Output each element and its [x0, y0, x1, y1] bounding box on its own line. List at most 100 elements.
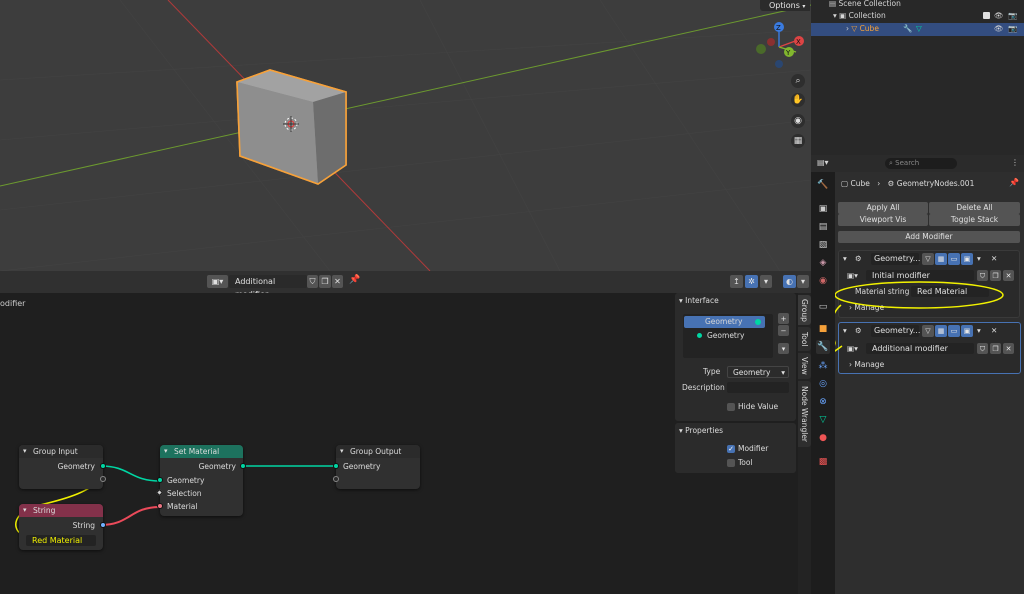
edit-mode-icon[interactable]: ▽: [922, 325, 934, 337]
material-string-input[interactable]: Red Material: [911, 286, 989, 297]
set-material-geometry-out-socket[interactable]: [240, 463, 246, 469]
interface-header[interactable]: ▾ Interface: [679, 296, 719, 305]
modifier-menu-chevron-icon[interactable]: ▾: [977, 254, 981, 263]
render-tab-icon[interactable]: ▣: [816, 202, 830, 216]
particles-tab-icon[interactable]: ⁂: [816, 359, 830, 373]
parent-tree-icon[interactable]: ↥: [730, 275, 743, 288]
set-material-node[interactable]: ▾ Set Material Geometry Geometry Selectio…: [155, 445, 246, 516]
cage-icon[interactable]: ▦: [935, 253, 947, 265]
remove-modifier-icon[interactable]: ✕: [991, 326, 997, 335]
data-tab-icon[interactable]: ▽: [816, 413, 830, 427]
exclude-checkbox[interactable]: [983, 12, 990, 19]
collection-tab-icon[interactable]: ▭: [816, 300, 830, 314]
apply-all-button[interactable]: Apply All: [838, 202, 928, 214]
node-tree-name-field[interactable]: Additional modifier: [229, 275, 307, 299]
tab-view[interactable]: View: [798, 353, 811, 379]
editor-type-icon[interactable]: ▤▾: [817, 158, 829, 167]
overlay-icon[interactable]: ◐: [783, 275, 796, 288]
node-tree-field-1[interactable]: Initial modifier: [866, 270, 974, 281]
material-tab-icon[interactable]: ●: [816, 431, 830, 445]
3d-viewport[interactable]: Z X Y Options ▾ ⌕ ✋ ◉ ▦: [0, 0, 811, 271]
set-material-geometry-in-socket[interactable]: [157, 477, 163, 483]
modifier-menu-chevron-icon[interactable]: ▾: [977, 326, 981, 335]
duplicate-icon[interactable]: ❐: [319, 275, 331, 288]
eye-icon[interactable]: 👁: [994, 23, 1004, 35]
group-output-geometry-socket[interactable]: [333, 463, 339, 469]
unlink-close-icon[interactable]: ✕: [1003, 343, 1014, 354]
snap-icon[interactable]: ✲: [745, 275, 758, 288]
pin-icon[interactable]: 📌: [1009, 178, 1019, 187]
add-item-icon[interactable]: +: [778, 313, 789, 324]
outliner-scene-collection[interactable]: ▤ Scene Collection: [811, 0, 1024, 10]
node-tree-field-2[interactable]: Additional modifier: [866, 343, 974, 354]
snap-options-icon[interactable]: ▾: [760, 275, 772, 288]
render-camera-icon[interactable]: ▣: [961, 325, 973, 337]
zoom-icon[interactable]: ⌕: [791, 74, 805, 88]
cage-icon[interactable]: ▦: [935, 325, 947, 337]
tab-node-wrangler[interactable]: Node Wrangler: [798, 381, 811, 447]
manage-subpanel-header[interactable]: › Manage: [849, 360, 884, 369]
node-tree-type-icon[interactable]: ▣▾: [847, 271, 858, 280]
grid-view-icon[interactable]: ▦: [791, 134, 805, 148]
modifier-name-field[interactable]: Geometry...: [871, 253, 920, 265]
item-menu-icon[interactable]: ▾: [778, 343, 789, 354]
outliner-collection[interactable]: ▾ ▣ Collection 👁 📷: [811, 10, 1024, 22]
group-input-empty-socket[interactable]: [100, 476, 106, 482]
string-value-field[interactable]: Red Material: [26, 535, 96, 546]
search-input[interactable]: ⌕ Search: [885, 158, 957, 169]
pin-icon[interactable]: 📌: [349, 275, 360, 285]
group-input-geometry-socket[interactable]: [100, 463, 106, 469]
tool-tab-icon[interactable]: 🔨: [816, 178, 830, 192]
mesh-data-icon[interactable]: ▽: [916, 23, 922, 35]
scene-tab-icon[interactable]: ◈: [816, 256, 830, 270]
options-grip-icon[interactable]: ⋮: [1011, 158, 1019, 167]
view-layer-tab-icon[interactable]: ▧: [816, 238, 830, 252]
camera-icon[interactable]: 📷: [1008, 23, 1017, 35]
manage-subpanel-header[interactable]: › Manage: [849, 303, 884, 312]
modifier-checkbox[interactable]: ✓: [727, 445, 735, 453]
remove-modifier-icon[interactable]: ✕: [991, 254, 997, 263]
group-input-node[interactable]: ▾ Group Input Geometry: [19, 445, 106, 489]
toggle-stack-button[interactable]: Toggle Stack: [929, 214, 1020, 226]
camera-icon[interactable]: 📷: [1008, 10, 1017, 22]
viewport-display-icon[interactable]: ▭: [948, 253, 960, 265]
tab-tool[interactable]: Tool: [798, 327, 811, 351]
modifier-tab-icon[interactable]: 🔧: [816, 340, 830, 354]
collapse-chevron-icon[interactable]: ▾: [843, 254, 847, 263]
options-dropdown[interactable]: Options ▾: [760, 0, 810, 11]
viewport-vis-button[interactable]: Viewport Vis: [838, 214, 928, 226]
node-tree-type-icon[interactable]: ▣▾: [207, 275, 228, 288]
node-editor-canvas[interactable]: odifier ▾ Group Input Geometry ▾ String St…: [0, 293, 667, 594]
overlay-options-icon[interactable]: ▾: [797, 275, 809, 288]
add-modifier-button[interactable]: Add Modifier: [838, 231, 1020, 243]
delete-all-button[interactable]: Delete All: [929, 202, 1020, 214]
duplicate-icon[interactable]: ❐: [990, 270, 1001, 281]
edit-mode-icon[interactable]: ▽: [922, 253, 934, 265]
modifier-name-field[interactable]: Geometry...: [871, 325, 920, 337]
node-tree-type-icon[interactable]: ▣▾: [847, 344, 858, 353]
string-node[interactable]: ▾ String String Red Material: [19, 504, 106, 550]
set-material-material-socket[interactable]: [157, 503, 163, 509]
texture-tab-icon[interactable]: ▩: [816, 455, 830, 469]
interface-item-selected[interactable]: Geometry: [684, 316, 765, 328]
unlink-close-icon[interactable]: ✕: [1003, 270, 1014, 281]
output-tab-icon[interactable]: ▤: [816, 220, 830, 234]
properties-header[interactable]: ▾ Properties: [679, 426, 723, 435]
hand-pan-icon[interactable]: ✋: [791, 93, 805, 107]
collapse-chevron-icon[interactable]: ▾: [843, 326, 847, 335]
fake-user-shield-icon[interactable]: ⛉: [977, 343, 988, 354]
tool-checkbox[interactable]: [727, 459, 735, 467]
constraints-tab-icon[interactable]: ⊗: [816, 395, 830, 409]
hide-value-checkbox[interactable]: [727, 403, 735, 411]
eye-icon[interactable]: 👁: [994, 10, 1004, 22]
viewport-display-icon[interactable]: ▭: [948, 325, 960, 337]
type-dropdown[interactable]: Geometry ▾: [727, 366, 789, 378]
duplicate-icon[interactable]: ❐: [990, 343, 1001, 354]
group-output-node[interactable]: ▾ Group Output Geometry: [333, 445, 420, 489]
camera-view-icon[interactable]: ◉: [791, 114, 805, 128]
unlink-close-icon[interactable]: ✕: [332, 275, 343, 288]
object-tab-icon[interactable]: ■: [816, 322, 830, 336]
description-input[interactable]: [727, 382, 789, 393]
fake-user-shield-icon[interactable]: ⛉: [307, 275, 318, 288]
tab-group[interactable]: Group: [798, 295, 811, 325]
